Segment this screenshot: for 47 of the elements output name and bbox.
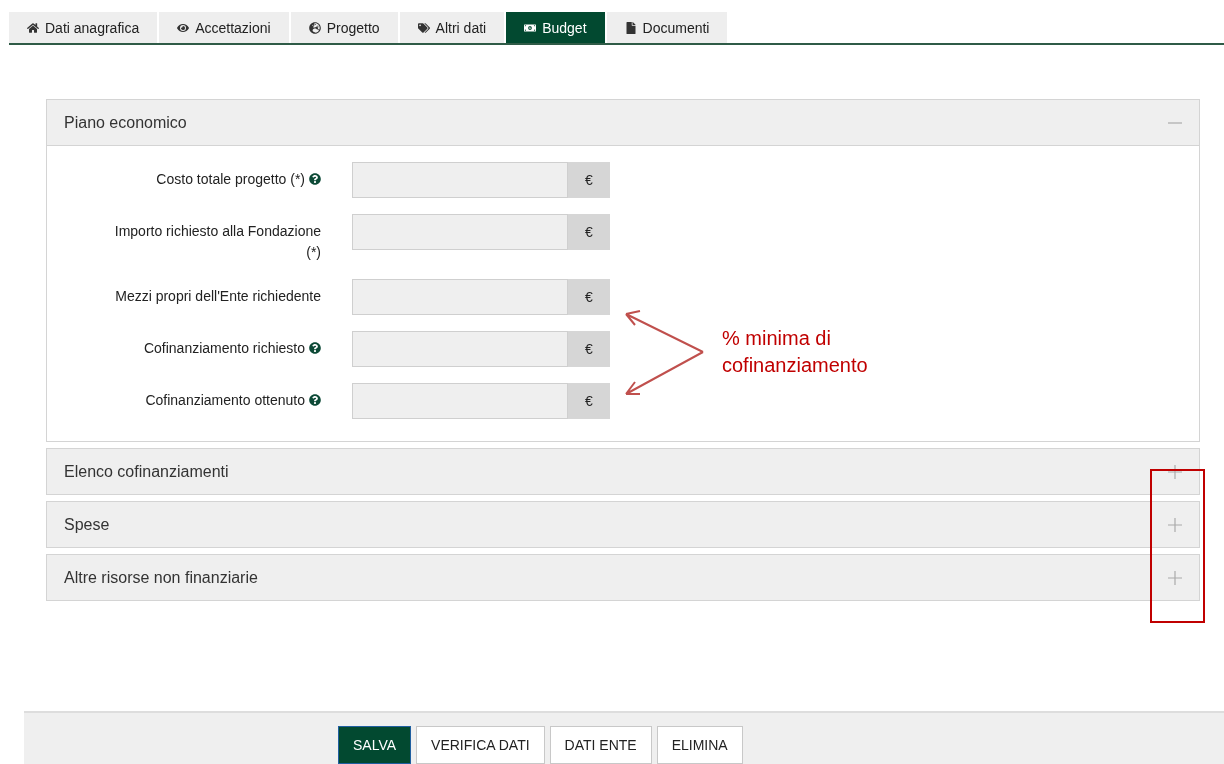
panel-title: Piano economico	[64, 113, 187, 132]
amount-field[interactable]	[352, 214, 568, 250]
plus-icon	[1167, 463, 1183, 480]
help-icon[interactable]	[309, 342, 321, 354]
action-button[interactable]: ELIMINA	[656, 725, 743, 764]
tab[interactable]: Documenti	[606, 12, 728, 43]
currency-addon: €	[568, 162, 610, 198]
plus-icon	[1167, 569, 1183, 586]
banknote-icon	[524, 21, 537, 34]
tags-icon	[417, 21, 430, 34]
file-icon	[624, 21, 637, 34]
field-label: Importo richiesto alla Fondazione (*)	[113, 222, 321, 262]
panel-title: Elenco cofinanziamenti	[64, 462, 229, 481]
globe-icon	[308, 21, 321, 34]
amount-field[interactable]	[352, 383, 568, 419]
action-button[interactable]: DATI ENTE	[549, 725, 652, 764]
panel-title: Spese	[64, 515, 110, 534]
field-label: Mezzi propri dell'Ente richiedente	[114, 287, 321, 306]
field-label: Cofinanziamento richiesto	[107, 331, 321, 359]
eye-icon	[177, 21, 190, 34]
tab[interactable]: Accettazioni	[159, 12, 289, 43]
amount-field[interactable]	[352, 162, 568, 198]
annotation-text: % minima di cofinanziamento	[722, 326, 869, 378]
currency-addon: €	[568, 214, 610, 250]
tab[interactable]: Dati anagrafica	[9, 12, 158, 43]
minus-icon	[1167, 121, 1183, 124]
field-label: Cofinanziamento ottenuto	[107, 383, 321, 411]
plus-icon	[1167, 516, 1183, 533]
panel-title: Altre risorse non finanziarie	[64, 568, 258, 587]
help-icon[interactable]	[309, 173, 321, 185]
panel-header[interactable]: Elenco cofinanziamenti	[47, 449, 1199, 494]
panel-header[interactable]: Piano economico	[47, 100, 1199, 145]
currency-addon: €	[568, 383, 610, 419]
amount-field[interactable]	[352, 279, 568, 315]
panel-header[interactable]: Altre risorse non finanziarie	[47, 555, 1199, 600]
home-icon	[27, 21, 39, 34]
panel-header[interactable]: Spese	[47, 502, 1199, 547]
currency-addon: €	[568, 279, 610, 315]
currency-addon: €	[568, 331, 610, 367]
action-button[interactable]: SALVA	[338, 725, 412, 764]
tab[interactable]: Progetto	[290, 12, 398, 43]
amount-field[interactable]	[352, 331, 568, 367]
field-label: Costo totale progetto (*)	[107, 162, 321, 190]
help-icon[interactable]	[309, 394, 321, 406]
tab[interactable]: Budget	[506, 12, 605, 43]
action-button[interactable]: VERIFICA DATI	[416, 725, 545, 764]
tab[interactable]: Altri dati	[399, 12, 505, 43]
